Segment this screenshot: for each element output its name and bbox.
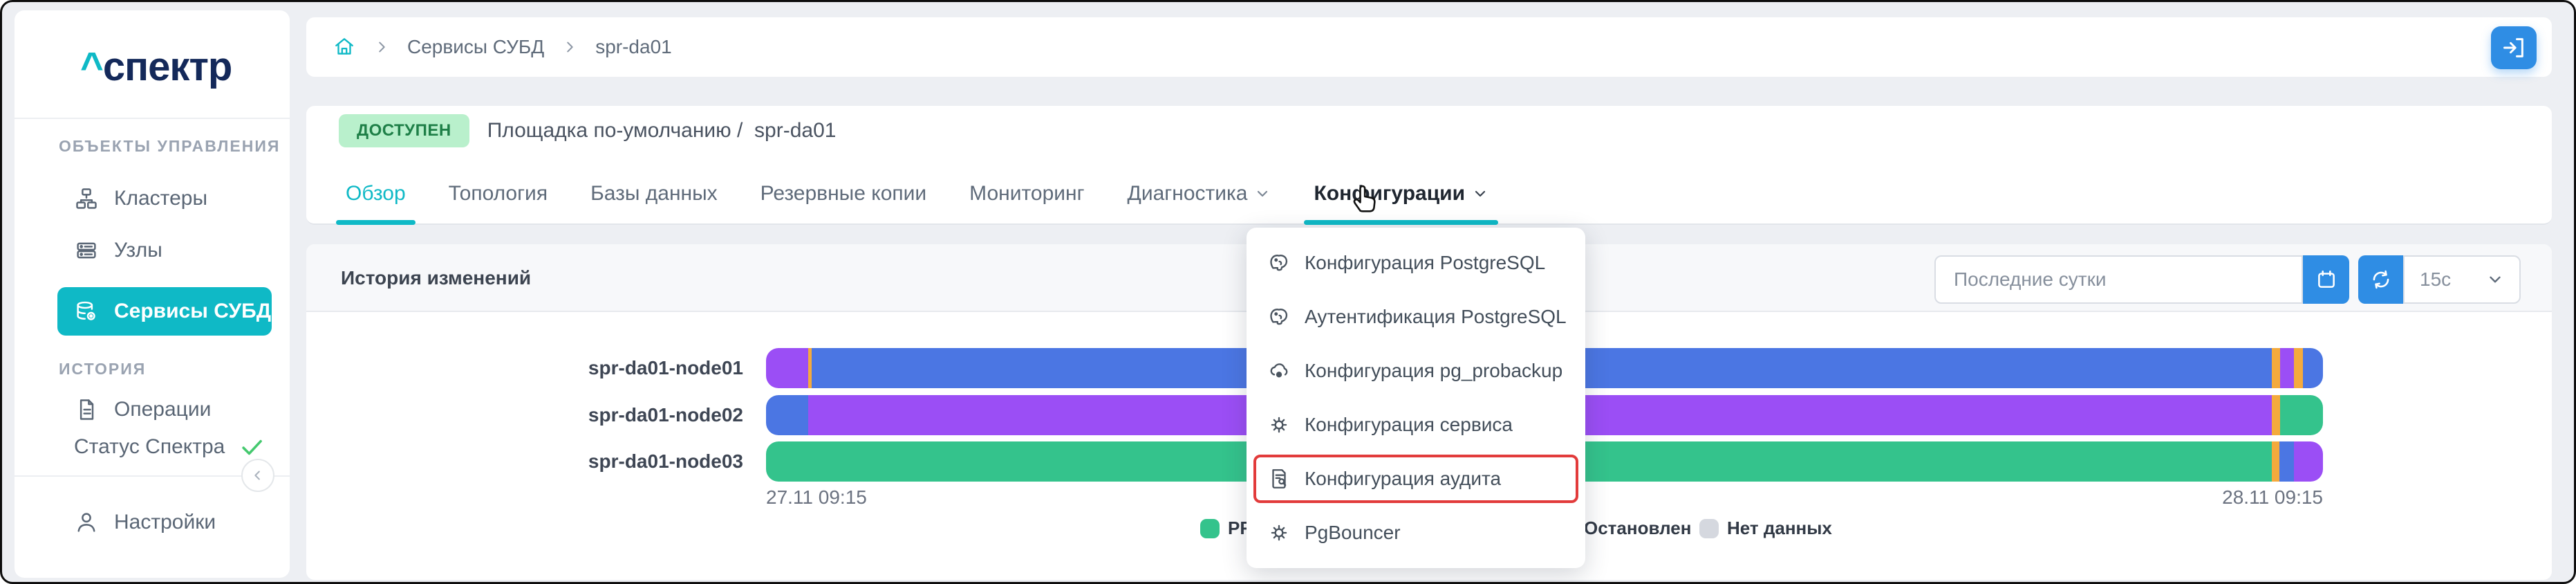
- axis-start-label: 27.11 09:15: [766, 486, 867, 509]
- check-icon: [239, 434, 265, 460]
- sidebar-item-label: Настройки: [114, 511, 216, 534]
- time-range-select[interactable]: Последние сутки: [1934, 255, 2303, 304]
- node-label: spr-da01-node03: [306, 441, 743, 482]
- sidebar-item-label: Узлы: [114, 239, 162, 262]
- gear-icon: [1267, 413, 1291, 437]
- timeline-segment-blue: [2303, 348, 2323, 388]
- menu-item-service-config[interactable]: Конфигурация сервиса: [1247, 398, 1585, 452]
- refresh-icon: [2369, 268, 2393, 291]
- calendar-button[interactable]: [2303, 255, 2349, 304]
- legend-swatch: [1699, 519, 1719, 538]
- app-logo: ^спектр: [80, 44, 232, 90]
- refresh-interval-select[interactable]: 15с: [2403, 255, 2521, 304]
- timeline-segment-purple: [2280, 348, 2294, 388]
- menu-item-pg-probackup-config[interactable]: Конфигурация pg_probackup: [1247, 344, 1585, 398]
- timeline-segment-blue: [766, 395, 808, 435]
- chevron-right-icon: [374, 39, 389, 55]
- audit-doc-icon: [1267, 467, 1291, 491]
- timeline-segment-green: [2280, 395, 2323, 435]
- sidebar-section-objects: ОБЪЕКТЫ УПРАВЛЕНИЯ: [59, 137, 280, 156]
- status-badge: ДОСТУПЕН: [339, 114, 469, 147]
- timeline-segment-purple: [766, 348, 808, 388]
- timeline-segment-orange: [2272, 441, 2279, 482]
- chevron-down-icon: [1472, 185, 1488, 202]
- sidebar-item-label: Операции: [114, 398, 211, 421]
- service-title: Площадка по-умолчанию / spr-da01: [487, 119, 837, 143]
- sidebar-item-operations[interactable]: Операции: [57, 385, 272, 434]
- tab-configurations[interactable]: Конфигурации: [1314, 182, 1488, 223]
- chevron-left-icon: [250, 468, 265, 483]
- sidebar-item-db-services[interactable]: Сервисы СУБД: [57, 287, 272, 336]
- calendar-icon: [2315, 268, 2338, 291]
- postgresql-icon: [1267, 251, 1291, 275]
- breadcrumb-db-services[interactable]: Сервисы СУБД: [407, 36, 544, 58]
- home-icon[interactable]: [333, 35, 356, 59]
- breadcrumb-bar: Сервисы СУБД spr-da01: [306, 17, 2552, 77]
- nodes-icon: [74, 238, 99, 263]
- panel-title: История изменений: [341, 244, 531, 312]
- tab-diagnostics[interactable]: Диагностика: [1128, 182, 1271, 223]
- breadcrumb-service-name: spr-da01: [595, 36, 672, 58]
- sidebar-collapse-button[interactable]: [241, 459, 274, 492]
- sidebar-item-label: Сервисы СУБД: [114, 300, 271, 323]
- tab-overview[interactable]: Обзор: [346, 182, 406, 223]
- node-label: spr-da01-node01: [306, 348, 743, 388]
- menu-item-postgresql-auth[interactable]: Аутентификация PostgreSQL: [1247, 290, 1585, 344]
- legend-item-primary: PR: [1200, 518, 1253, 539]
- sidebar-item-clusters[interactable]: Кластеры: [57, 174, 272, 223]
- legend-item-no-data: Нет данных: [1699, 518, 1832, 539]
- service-status-row: ДОСТУПЕН Площадка по-умолчанию / spr-da0…: [339, 114, 836, 147]
- service-header-card: ДОСТУПЕН Площадка по-умолчанию / spr-da0…: [306, 106, 2552, 225]
- sidebar-item-label: Кластеры: [114, 187, 207, 210]
- refresh-interval-value: 15с: [2420, 268, 2451, 291]
- timeline-segment-purple: [2294, 441, 2323, 482]
- tab-backups[interactable]: Резервные копии: [760, 182, 927, 223]
- logout-icon: [2501, 35, 2526, 60]
- user-icon: [74, 510, 99, 535]
- mouse-cursor-hand-icon: [1347, 179, 1383, 215]
- service-tabs: Обзор Топология Базы данных Резервные ко…: [346, 182, 1488, 223]
- legend-swatch: [1200, 519, 1220, 538]
- chevron-down-icon: [2486, 271, 2504, 289]
- spectra-status-label: Статус Спектра: [74, 435, 225, 459]
- document-icon: [74, 397, 99, 422]
- clusters-icon: [74, 186, 99, 211]
- menu-item-audit-config[interactable]: Конфигурация аудита: [1253, 455, 1578, 503]
- sidebar-item-settings[interactable]: Настройки: [57, 498, 272, 547]
- sidebar: ^спектр ОБЪЕКТЫ УПРАВЛЕНИЯ Кластеры Узлы…: [15, 10, 290, 578]
- divider: [15, 118, 290, 119]
- timeline-segment-orange: [2294, 348, 2303, 388]
- app-window: ^спектр ОБЪЕКТЫ УПРАВЛЕНИЯ Кластеры Узлы…: [0, 0, 2576, 584]
- tab-monitoring[interactable]: Мониторинг: [969, 182, 1084, 223]
- db-service-icon: [74, 299, 99, 324]
- sidebar-item-nodes[interactable]: Узлы: [57, 226, 272, 275]
- gear-icon: [1267, 521, 1291, 545]
- axis-end-label: 28.11 09:15: [2222, 486, 2323, 509]
- configurations-dropdown-menu: Конфигурация PostgreSQL Аутентификация P…: [1247, 228, 1585, 568]
- sidebar-section-history: ИСТОРИЯ: [59, 360, 146, 378]
- timeline-segment-orange: [2272, 395, 2280, 435]
- tab-databases[interactable]: Базы данных: [590, 182, 718, 223]
- node-label: spr-da01-node02: [306, 395, 743, 435]
- spectra-status-row[interactable]: Статус Спектра: [74, 434, 265, 460]
- refresh-button[interactable]: [2358, 255, 2403, 304]
- cloud-gear-icon: [1267, 359, 1291, 383]
- logout-button[interactable]: [2491, 26, 2537, 69]
- logo-caret-icon: ^: [80, 44, 103, 89]
- menu-item-pgbouncer[interactable]: PgBouncer: [1247, 506, 1585, 560]
- chevron-right-icon: [562, 39, 577, 55]
- timeline-segment-blue: [2279, 441, 2294, 482]
- postgresql-icon: [1267, 305, 1291, 329]
- tab-topology[interactable]: Топология: [449, 182, 548, 223]
- timeline-segment-orange: [2272, 348, 2280, 388]
- menu-item-postgresql-config[interactable]: Конфигурация PostgreSQL: [1247, 236, 1585, 290]
- chevron-down-icon: [1254, 185, 1271, 202]
